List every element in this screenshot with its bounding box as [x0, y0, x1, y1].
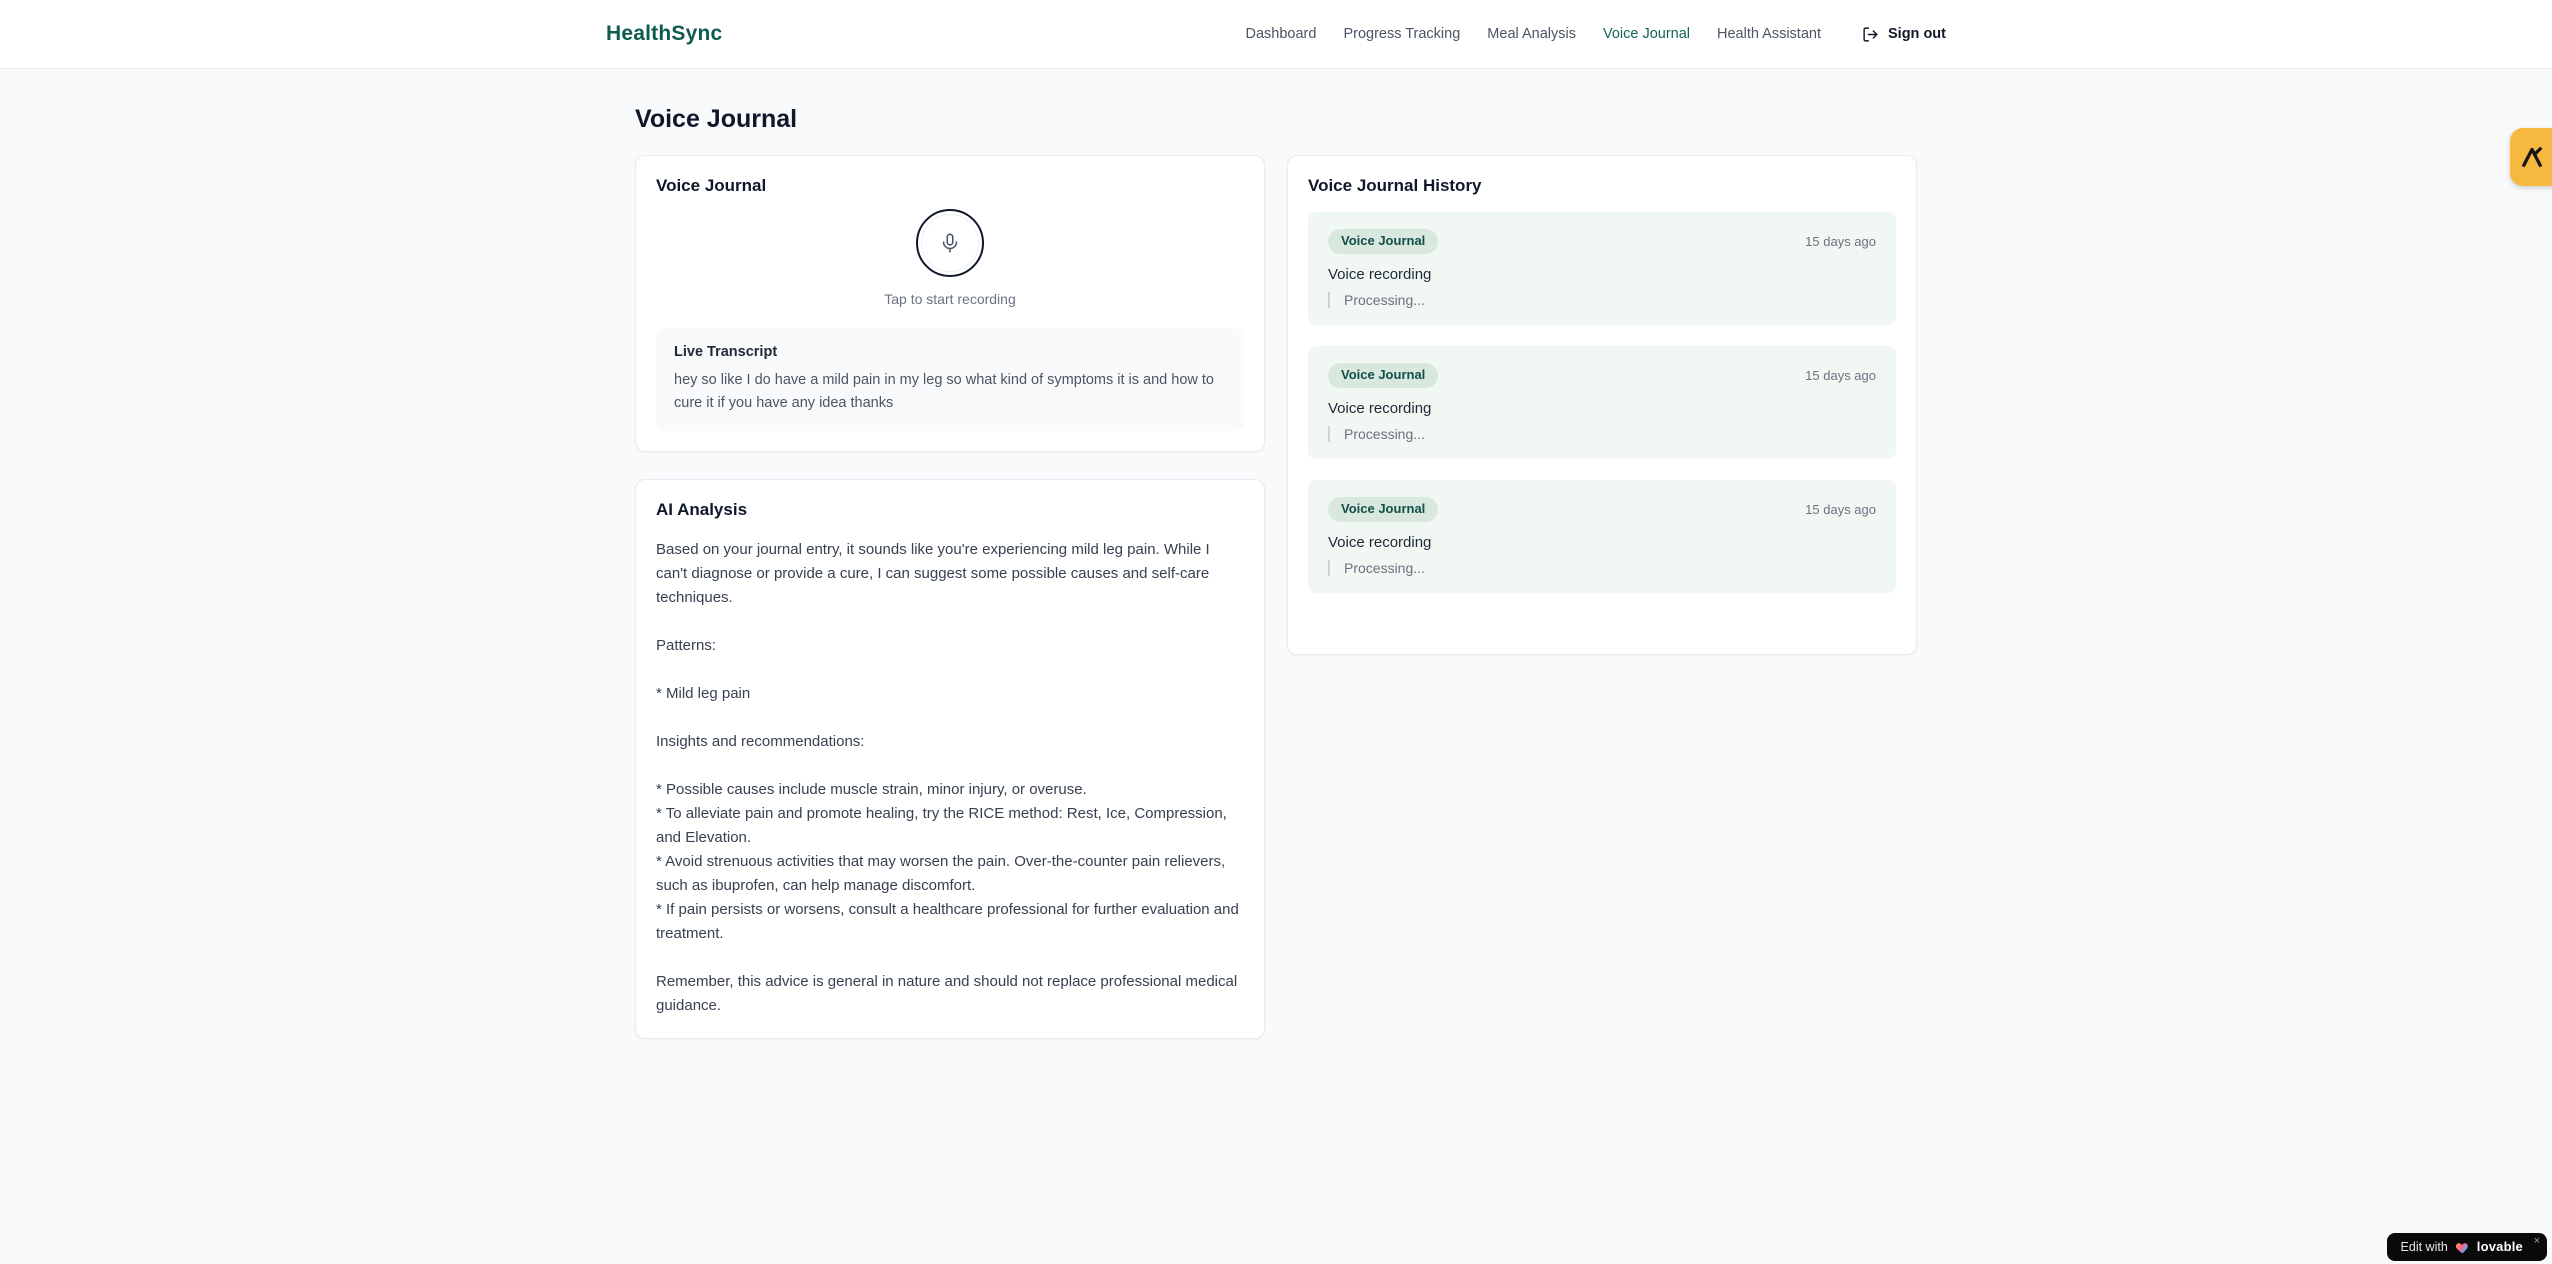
- voice-journal-history-card: Voice Journal History Voice Journal 15 d…: [1287, 155, 1917, 655]
- entry-status: Processing...: [1328, 291, 1876, 308]
- page-title: Voice Journal: [635, 105, 798, 133]
- nav-item-dashboard[interactable]: Dashboard: [1246, 26, 1317, 42]
- entry-status: Processing...: [1328, 425, 1876, 442]
- entry-title: Voice recording: [1328, 533, 1432, 551]
- app-logo: HealthSync: [606, 22, 723, 45]
- logout-icon: [1862, 26, 1879, 43]
- nav-item-progress-tracking[interactable]: Progress Tracking: [1343, 26, 1460, 42]
- tap-to-record-hint: Tap to start recording: [884, 291, 1016, 307]
- nav-item-health-assistant[interactable]: Health Assistant: [1717, 26, 1821, 42]
- gradient-heart-icon: [2455, 1240, 2470, 1254]
- entry-status: Processing...: [1328, 559, 1876, 576]
- page-content: Voice Journal Voice Journal Tap to start…: [635, 69, 1917, 1039]
- nav-item-meal-analysis[interactable]: Meal Analysis: [1487, 26, 1576, 42]
- live-transcript-box: Live Transcript hey so like I do have a …: [656, 328, 1244, 431]
- close-icon[interactable]: ×: [2534, 1236, 2540, 1247]
- entry-type-badge: Voice Journal: [1328, 229, 1439, 254]
- entry-title: Voice recording: [1328, 399, 1432, 417]
- ai-analysis-card: AI Analysis Based on your journal entry,…: [635, 478, 1265, 1039]
- ai-analysis-title: AI Analysis: [656, 499, 748, 519]
- history-card-title: Voice Journal History: [1308, 176, 1482, 195]
- edit-with-label: Edit with: [2400, 1239, 2448, 1254]
- microphone-icon: [939, 232, 961, 254]
- sign-out-label: Sign out: [1888, 26, 1946, 42]
- nav-item-voice-journal[interactable]: Voice Journal: [1603, 26, 1690, 42]
- entry-timestamp: 15 days ago: [1805, 233, 1876, 249]
- edit-with-lovable-badge[interactable]: Edit with lovable ×: [2386, 1233, 2547, 1261]
- lovable-mark-icon: [2519, 144, 2552, 170]
- history-list: Voice Journal 15 days ago Voice recordin…: [1308, 212, 1896, 593]
- entry-type-badge: Voice Journal: [1328, 362, 1439, 388]
- record-button[interactable]: [916, 209, 984, 277]
- lovable-brand-label: lovable: [2476, 1239, 2523, 1254]
- main-nav: Dashboard Progress Tracking Meal Analysi…: [1246, 26, 1947, 43]
- recorder-card-title: Voice Journal: [656, 176, 767, 195]
- voice-recorder-card: Voice Journal Tap to start recording Liv…: [635, 155, 1265, 452]
- side-launcher-button[interactable]: [2510, 128, 2552, 186]
- entry-type-badge: Voice Journal: [1328, 496, 1439, 522]
- live-transcript-title: Live Transcript: [674, 344, 778, 360]
- history-entry[interactable]: Voice Journal 15 days ago Voice recordin…: [1308, 345, 1896, 459]
- history-entry[interactable]: Voice Journal 15 days ago Voice recordin…: [1308, 212, 1896, 325]
- live-transcript-text: hey so like I do have a mild pain in my …: [674, 372, 1214, 411]
- top-navbar: HealthSync Dashboard Progress Tracking M…: [0, 0, 2552, 69]
- entry-timestamp: 15 days ago: [1805, 501, 1876, 517]
- entry-timestamp: 15 days ago: [1805, 367, 1876, 383]
- history-entry[interactable]: Voice Journal 15 days ago Voice recordin…: [1308, 479, 1896, 593]
- sign-out-button[interactable]: Sign out: [1862, 26, 1946, 43]
- entry-title: Voice recording: [1328, 265, 1432, 283]
- ai-analysis-text: Based on your journal entry, it sounds l…: [656, 540, 1239, 1014]
